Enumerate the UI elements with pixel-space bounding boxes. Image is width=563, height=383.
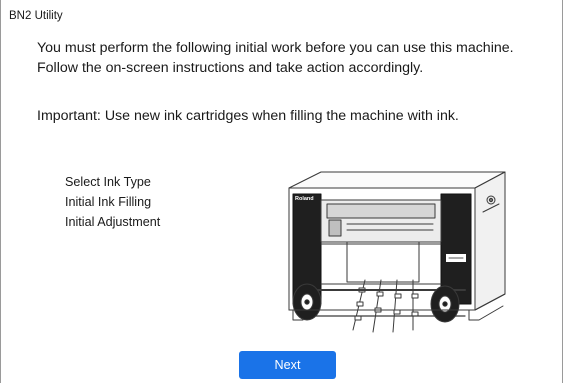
window-title: BN2 Utility [9,10,63,22]
step-initial-ink-filling: Initial Ink Filling [65,195,152,209]
next-button[interactable]: Next [239,351,336,379]
intro-text: You must perform the following initial w… [37,38,514,78]
step-select-ink-type: Select Ink Type [65,175,151,189]
important-note: Important: Use new ink cartridges when f… [37,108,459,124]
intro-line-2: Follow the on-screen instructions and ta… [37,60,424,76]
printer-illustration-icon: Roland [269,160,545,350]
brand-text: Roland [295,196,314,202]
steps-list: Select Ink Type Initial Ink Filling Init… [65,172,160,232]
step-initial-adjustment: Initial Adjustment [65,215,161,229]
intro-line-1: You must perform the following initial w… [37,40,514,56]
title-bar: BN2 Utility [1,0,562,30]
utility-window: BN2 Utility You must perform the followi… [0,0,563,383]
